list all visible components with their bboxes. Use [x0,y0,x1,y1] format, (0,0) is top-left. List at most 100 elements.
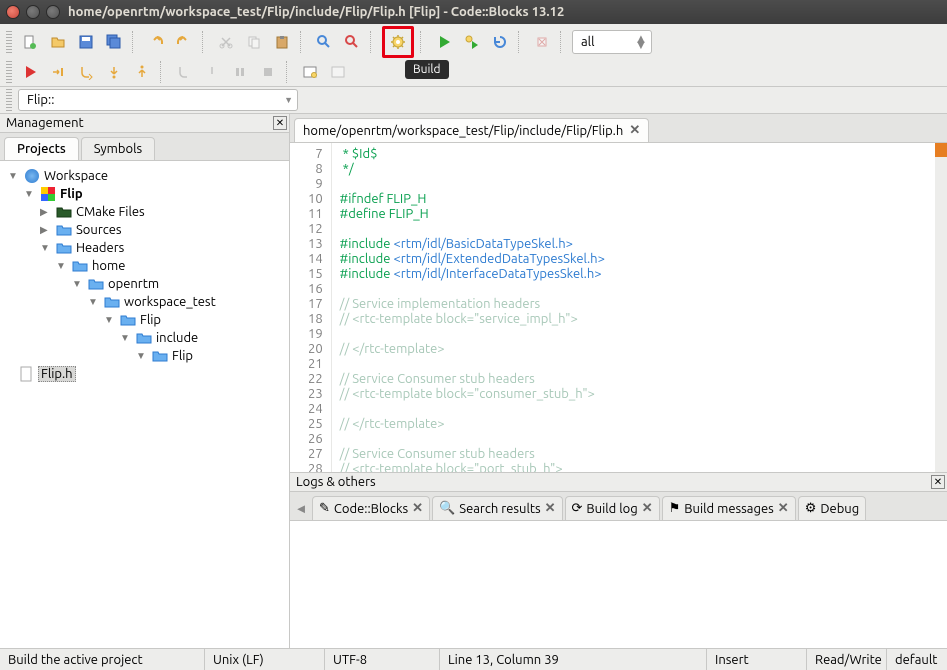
tree-item-label: Flip [172,349,193,363]
logs-panel: Logs & others ✕ ◄ ✎Code::Blocks✕🔍Search … [290,472,947,648]
workspace-icon [24,168,40,184]
tree-file-item[interactable]: Flip.h [2,365,287,383]
tree-item-label: include [156,331,198,345]
tree-item-label: openrtm [108,277,159,291]
save-button[interactable] [74,30,98,54]
editor-tab-close-button[interactable]: ✕ [629,123,640,138]
status-encoding: UTF-8 [325,649,440,670]
window-close-button[interactable] [6,5,20,19]
editor-scrollbar[interactable] [935,143,947,472]
step-into-instr-button[interactable] [200,60,224,84]
status-position: Line 13, Column 39 [440,649,707,670]
logs-tab-search-results[interactable]: 🔍Search results✕ [432,496,562,520]
management-title: Management [6,116,84,130]
flag-icon: ⚑ [669,501,681,516]
folder-icon [152,348,168,364]
tree-item-label: Flip [60,187,83,201]
debug-windows-button[interactable] [298,60,322,84]
undo-button[interactable] [144,30,168,54]
tree-folder-item[interactable]: ▶CMake Files [2,203,287,221]
folder-icon [56,222,72,238]
logs-tab-code-blocks[interactable]: ✎Code::Blocks✕ [312,496,430,520]
logs-tab-close-button[interactable]: ✕ [412,501,423,516]
logs-close-button[interactable]: ✕ [931,475,945,489]
run-to-cursor-button[interactable] [46,60,70,84]
tree-folder-item[interactable]: ▼home [2,257,287,275]
tab-symbols[interactable]: Symbols [81,137,155,160]
logs-tab-label: Debug [820,502,859,516]
build-button-highlight [382,26,414,58]
status-config: default [887,649,947,670]
editor-gutter: 7891011121314151617181920212223242526272… [290,143,331,472]
stop-button[interactable] [256,60,280,84]
toolbar-grip[interactable] [6,31,12,53]
logs-tab-close-button[interactable]: ✕ [778,501,789,516]
tree-item-label: Flip.h [38,366,76,382]
tab-projects[interactable]: Projects [4,137,79,160]
scope-select[interactable]: Flip:: ▼ [18,89,298,111]
paste-button[interactable] [270,30,294,54]
logs-tab-debug[interactable]: ⚙Debug [798,496,867,520]
cut-button[interactable] [214,30,238,54]
tree-folder-item[interactable]: ▼openrtm [2,275,287,293]
logs-tab-label: Build messages [684,502,773,516]
tree-folder-item[interactable]: ▼workspace_test [2,293,287,311]
editor[interactable]: 7891011121314151617181920212223242526272… [290,143,947,472]
editor-code[interactable]: * $Id$ */#ifndef FLIP_H#define FLIP_H#in… [331,143,613,472]
project-tree[interactable]: ▼Workspace▼Flip▶CMake Files▶Sources▼Head… [0,161,289,648]
tree-folder-item[interactable]: ▶Sources [2,221,287,239]
logs-tabs-prev-button[interactable]: ◄ [292,501,310,516]
tree-folder-item[interactable]: ▼Flip [2,311,287,329]
management-close-button[interactable]: ✕ [273,116,287,130]
project-icon [40,186,56,202]
tree-folder-item[interactable]: ▼Flip [2,185,287,203]
find-button[interactable] [312,30,336,54]
run-button[interactable] [432,30,456,54]
tree-folder-item[interactable]: ▼Flip [2,347,287,365]
rebuild-button[interactable] [488,30,512,54]
window-minimize-button[interactable] [26,5,40,19]
abort-button[interactable] [530,30,554,54]
status-hint: Build the active project [0,649,205,670]
logs-tab-build-log[interactable]: ⟳Build log✕ [565,496,660,520]
replace-button[interactable] [340,30,364,54]
logs-tab-build-messages[interactable]: ⚑Build messages ✕ [662,496,796,520]
open-button[interactable] [46,30,70,54]
copy-button[interactable] [242,30,266,54]
tree-folder-item[interactable]: ▼Headers [2,239,287,257]
tree-folder-item[interactable]: ▼include [2,329,287,347]
target-spinner[interactable]: ▲▼ [635,36,648,48]
save-all-button[interactable] [102,30,126,54]
toolbar-grip[interactable] [6,61,12,83]
next-instr-button[interactable] [172,60,196,84]
editor-tab[interactable]: home/openrtm/workspace_test/Flip/include… [294,118,649,142]
build-run-button[interactable] [460,30,484,54]
logs-tab-close-button[interactable]: ✕ [545,501,556,516]
build-target-select[interactable]: all ▲▼ [572,30,652,54]
logs-title: Logs & others [296,475,376,489]
tree-folder-item[interactable]: ▼Workspace [2,167,287,185]
folder-icon [120,312,136,328]
step-out-button[interactable] [130,60,154,84]
next-line-button[interactable] [74,60,98,84]
editor-tab-bar: home/openrtm/workspace_test/Flip/include… [290,114,947,143]
gear-icon: ⚙ [805,501,817,516]
logs-content[interactable] [290,521,947,648]
build-button[interactable] [386,30,410,54]
step-into-button[interactable] [102,60,126,84]
new-file-button[interactable] [18,30,42,54]
editor-tab-title: home/openrtm/workspace_test/Flip/include… [303,124,623,138]
window-title: home/openrtm/workspace_test/Flip/include… [68,5,564,19]
toolbar-grip[interactable] [6,89,12,111]
scope-value: Flip:: [27,93,54,107]
debug-continue-button[interactable] [18,60,42,84]
info-button[interactable] [326,60,350,84]
tree-item-label: CMake Files [76,205,145,219]
redo-button[interactable] [172,30,196,54]
window-maximize-button[interactable] [46,5,60,19]
break-button[interactable] [228,60,252,84]
scope-bar: Flip:: ▼ [0,87,947,114]
logs-tab-close-button[interactable]: ✕ [642,501,653,516]
status-insert: Insert [707,649,807,670]
logs-tab-label: Code::Blocks [334,502,408,516]
